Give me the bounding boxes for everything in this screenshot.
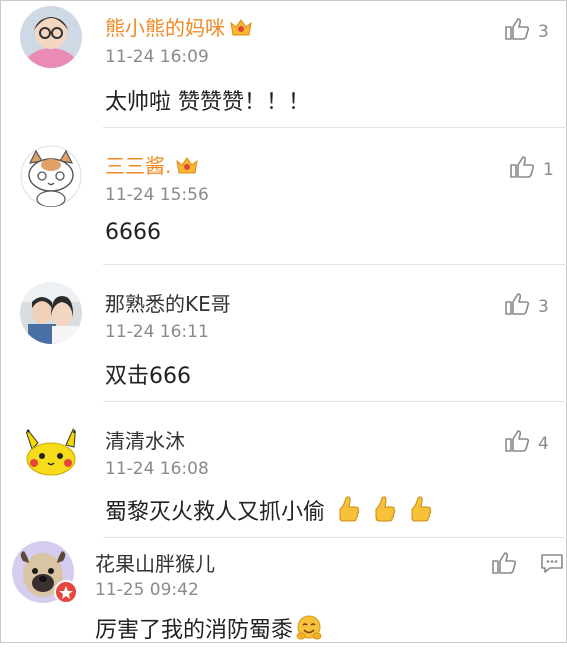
comment-author[interactable]: 花果山胖猴儿 — [95, 548, 215, 577]
comment-time: 11-25 09:42 — [95, 580, 199, 600]
like-button[interactable]: 4 — [504, 429, 549, 458]
thumbs-up-icon — [491, 551, 517, 580]
thumbs-up-icon — [504, 292, 530, 321]
comment-text: 6666 — [105, 220, 161, 245]
comment-author[interactable]: 熊小熊的妈咪 — [105, 12, 253, 42]
thumbs-up-emoji — [371, 495, 397, 531]
like-button[interactable]: 3 — [504, 292, 549, 321]
like-count: 4 — [538, 433, 549, 454]
thumbs-up-icon — [504, 429, 530, 458]
like-count: 1 — [543, 159, 554, 180]
comment-time: 11-24 16:11 — [105, 322, 209, 342]
reply-button[interactable] — [540, 551, 564, 580]
divider — [103, 401, 567, 402]
comment-text-content: 厉害了我的消防蜀黍 — [95, 618, 294, 643]
thumbs-up-emoji — [407, 495, 433, 531]
thumbs-up-icon — [509, 155, 535, 184]
author-name[interactable]: 三三酱. — [105, 154, 171, 178]
comment-time: 11-24 15:56 — [105, 185, 209, 205]
divider — [103, 537, 567, 538]
comment-author[interactable]: 三三酱. — [105, 150, 199, 180]
avatar[interactable] — [20, 282, 82, 344]
divider — [103, 264, 567, 265]
comment-text: 双击666 — [105, 364, 191, 389]
like-button[interactable]: 3 — [504, 17, 549, 46]
avatar[interactable] — [20, 145, 82, 207]
thumbs-up-emoji — [335, 495, 361, 531]
like-count: 3 — [538, 296, 549, 317]
avatar[interactable] — [20, 419, 82, 481]
comment-bubble-icon — [540, 551, 564, 580]
comment-author[interactable]: 那熟悉的KE哥 — [105, 288, 231, 317]
comment-text: 太帅啦 赞赞赞！！！ — [105, 90, 310, 115]
comment-text: 蜀黎灭火救人又抓小偷 — [105, 494, 433, 531]
comment-text-content: 蜀黎灭火救人又抓小偷 — [105, 500, 326, 525]
comment-author[interactable]: 清清水沐 — [105, 425, 185, 454]
author-name[interactable]: 熊小熊的妈咪 — [105, 16, 225, 40]
divider — [103, 127, 567, 128]
avatar[interactable] — [20, 6, 82, 68]
comment-time: 11-24 16:08 — [105, 459, 209, 479]
like-button[interactable] — [491, 551, 517, 580]
verified-badge-icon — [54, 580, 78, 604]
vip-crown-icon — [229, 17, 253, 42]
thumbs-up-icon — [504, 17, 530, 46]
comment-time: 11-24 16:09 — [105, 47, 209, 67]
vip-crown-icon — [175, 155, 199, 180]
like-button[interactable]: 1 — [509, 155, 554, 184]
like-count: 3 — [538, 21, 549, 42]
